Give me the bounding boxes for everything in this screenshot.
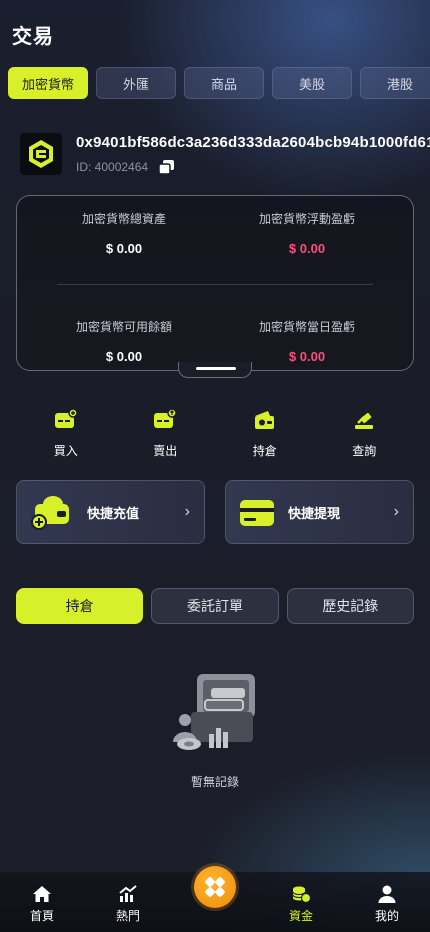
balance-card: 加密貨幣總資產 $ 0.00 加密貨幣浮動盈虧 $ 0.00 加密貨幣可用餘額 …	[16, 195, 414, 371]
positions-button[interactable]: 持倉	[230, 408, 300, 464]
card-icon	[240, 500, 274, 526]
funds-icon	[292, 886, 311, 904]
market-tabs: 加密貨幣 外匯 商品 美股 港股	[8, 67, 430, 101]
quick-deposit-label: 快捷充值	[87, 505, 140, 521]
tab-hk-stocks[interactable]: 港股	[360, 67, 430, 99]
chevron-right-icon: ›	[184, 503, 190, 520]
tab-pending-orders[interactable]: 委託訂單	[151, 588, 279, 624]
floating-pnl-value: $ 0.00	[288, 241, 326, 256]
buy-button[interactable]: 買入	[31, 408, 101, 464]
tab-history[interactable]: 歷史記錄	[286, 588, 414, 624]
query-icon	[355, 412, 374, 429]
center-action-button[interactable]	[194, 866, 236, 908]
nav-trending-label: 熱門	[115, 909, 140, 923]
tab-commodities[interactable]: 商品	[184, 67, 264, 99]
total-assets-label: 加密貨幣總資產	[81, 212, 166, 226]
query-label: 查詢	[352, 444, 377, 458]
card-collapse-tab[interactable]	[178, 362, 252, 378]
copy-icon[interactable]	[158, 159, 176, 175]
account-id: ID: 40002464	[76, 160, 149, 174]
no-records-icon	[173, 674, 255, 750]
card-drag-handle[interactable]	[196, 367, 236, 370]
tab-us-stocks[interactable]: 美股	[272, 67, 352, 99]
total-assets-value: $ 0.00	[105, 241, 143, 256]
empty-state-label: 暫無記錄	[190, 775, 239, 789]
available-balance: 加密貨幣可用餘額 $ 0.00	[34, 318, 214, 364]
chevron-right-icon: ›	[393, 503, 399, 520]
quick-withdraw-button[interactable]: 快捷提現 ›	[225, 480, 414, 544]
tab-positions[interactable]: 持倉	[16, 588, 144, 624]
home-icon	[33, 886, 51, 902]
wallet-address: 0x9401bf586dc3a236d333da2604bcb94b1000fd…	[76, 134, 430, 151]
crypto-logo-icon	[20, 133, 62, 175]
balance-divider	[57, 284, 373, 285]
daily-pnl: 加密貨幣當日盈虧 $ 0.00	[217, 318, 397, 364]
bottom-nav: 首頁 熱門 資金 我的	[0, 866, 430, 932]
nav-profile-label: 我的	[374, 909, 399, 923]
empty-state: 暫無記錄	[140, 670, 290, 790]
trending-icon	[119, 885, 137, 902]
account-info: 0x9401bf586dc3a236d333da2604bcb94b1000fd…	[20, 133, 430, 177]
sell-button[interactable]: 賣出	[130, 408, 200, 464]
exchange-icon	[205, 877, 225, 897]
quick-deposit-button[interactable]: 快捷充值 ›	[16, 480, 205, 544]
query-button[interactable]: 查詢	[329, 408, 399, 464]
page-title: 交易	[12, 26, 54, 48]
nav-home-label: 首頁	[29, 909, 54, 923]
action-row: 買入 賣出 持倉 查詢	[16, 408, 414, 464]
positions-label: 持倉	[252, 444, 277, 458]
daily-pnl-label: 加密貨幣當日盈虧	[258, 320, 355, 334]
tab-forex[interactable]: 外匯	[96, 67, 176, 99]
order-tabs: 持倉 委託訂單 歷史記錄	[16, 588, 414, 624]
available-balance-label: 加密貨幣可用餘額	[75, 320, 172, 334]
nav-home[interactable]: 首頁	[12, 884, 72, 924]
user-icon	[378, 885, 396, 903]
total-assets: 加密貨幣總資產 $ 0.00	[34, 210, 214, 256]
sell-label: 賣出	[153, 444, 178, 458]
nav-trending[interactable]: 熱門	[98, 884, 158, 924]
buy-label: 買入	[53, 444, 78, 458]
position-icon	[254, 411, 274, 429]
sell-icon	[154, 408, 177, 428]
nav-funds[interactable]: 資金	[271, 884, 331, 924]
nav-profile[interactable]: 我的	[357, 884, 417, 924]
floating-pnl-label: 加密貨幣浮動盈虧	[258, 212, 355, 226]
floating-pnl: 加密貨幣浮動盈虧 $ 0.00	[217, 210, 397, 256]
wallet-icon	[31, 496, 69, 530]
tab-crypto[interactable]: 加密貨幣	[8, 67, 88, 99]
buy-icon	[54, 408, 78, 428]
quick-withdraw-label: 快捷提現	[288, 505, 341, 521]
nav-funds-label: 資金	[288, 909, 313, 923]
